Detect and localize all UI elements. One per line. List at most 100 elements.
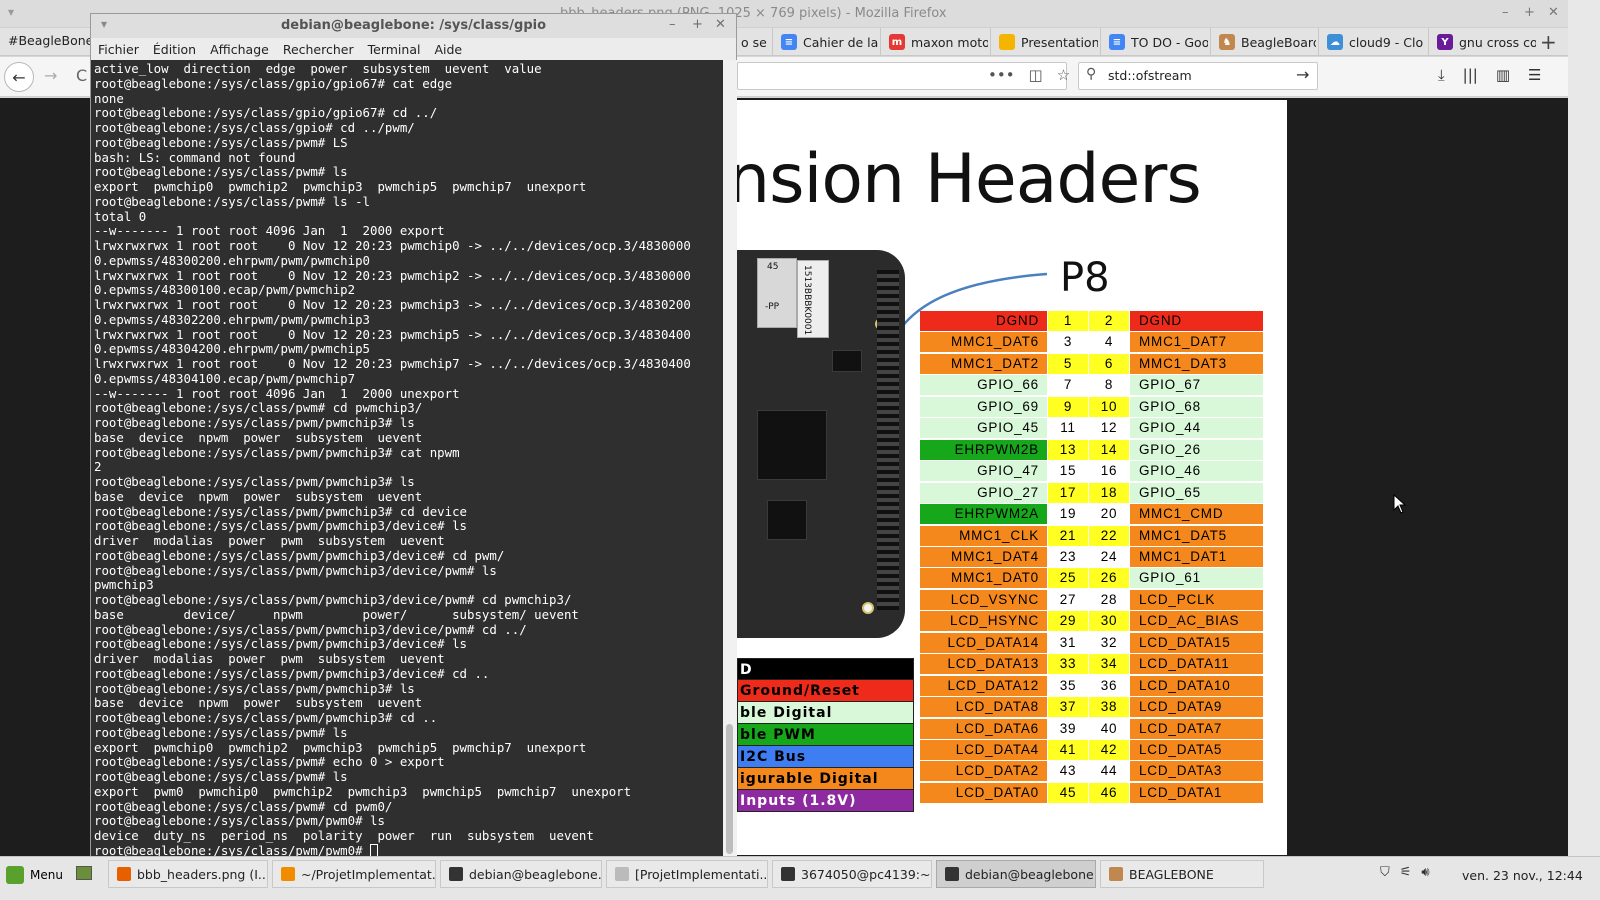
terminal-line: root@beaglebone:/sys/class/pwm/pwmchip3#… [94,415,415,430]
tab-label: cloud9 - Clo [1349,34,1424,50]
pin-name-left: LCD_HSYNC [920,611,1047,632]
pin-row: EHRPWM2A 19 20 MMC1_CMD [920,504,1263,525]
pin-name-right: LCD_PCLK [1130,589,1263,610]
pocket-icon[interactable]: ◫ [1029,66,1043,84]
taskbar-item[interactable]: debian@beaglebone... [440,860,602,888]
browser-tab[interactable]: ≡ Cahier de la [772,28,878,56]
menu-affichage[interactable]: Affichage [210,42,269,57]
pin-number-right: 24 [1089,546,1129,567]
pin-row: LCD_HSYNC 29 30 LCD_AC_BIAS [920,611,1263,632]
terminal-line: root@beaglebone:/sys/class/pwm# LS [94,134,348,150]
maximize-icon[interactable]: + [1524,5,1535,20]
terminal-line: root@beaglebone:/sys/class/pwm/pwm0# ls [94,813,385,829]
system-tray: ⛉ ⚟ 🔊︎ [1380,865,1430,880]
pin-number-left: 3 [1048,332,1088,353]
terminal-line: root@beaglebone:/sys/class/pwm/pwmchip3/… [94,592,572,607]
taskbar-item[interactable]: debian@beaglebone... [936,860,1096,888]
browser-tab[interactable]: ≡ TO DO - Goo [1100,28,1208,56]
taskbar: Menu bbb_headers.png (I... ~/ProjetImplem… [0,856,1600,900]
terminal-title: debian@beaglebone: /sys/class/gpio [280,18,547,33]
pin-name-right: GPIO_68 [1130,396,1263,417]
pin-row: MMC1_DAT0 25 26 GPIO_61 [920,568,1263,589]
board-label: 1513BBBK0001 [802,265,812,336]
pin-number-right: 40 [1089,718,1129,739]
pin-row: LCD_DATA8 37 38 LCD_DATA9 [920,697,1263,718]
start-menu-button[interactable]: Menu [6,862,63,888]
taskbar-item-label: [ProjetImplementati... [635,866,768,882]
pin-name-left: LCD_DATA6 [920,718,1047,739]
shield-icon[interactable]: ⛉ [1380,865,1390,880]
terminal-prompt: root@beaglebone:/sys/class/pwm/pwm0# [94,842,371,856]
pin-number-right: 2 [1089,311,1129,331]
menu-terminal[interactable]: Terminal [368,42,421,57]
connector-label: P8 [1060,255,1110,301]
close-icon[interactable]: ✕ [715,17,726,32]
app-icon [117,867,131,881]
show-desktop-icon[interactable] [76,866,92,880]
volume-icon[interactable]: 🔊︎ [1421,865,1429,880]
menu-aide[interactable]: Aide [434,42,462,57]
terminal-line: 0.epwmss/48302200.ehrpwm/pwm/pwmchip3 [94,311,371,327]
menu-edition[interactable]: Édition [153,42,196,57]
search-go-icon[interactable]: → [1296,65,1309,84]
pin-row: MMC1_DAT2 5 6 MMC1_DAT3 [920,353,1263,375]
terminal-line: base device/ npwm power/ subsystem/ ueve… [94,606,579,622]
browser-tab[interactable]: ☁ cloud9 - Clo [1318,28,1426,56]
downloads-icon[interactable]: ⤓ [1438,66,1445,84]
terminal-line: active_low direction edge power subsyste… [94,61,542,76]
taskbar-item[interactable]: bbb_headers.png (I... [108,860,268,888]
pin-row: GPIO_47 15 16 GPIO_46 [920,461,1263,482]
minimize-icon[interactable]: – [1502,5,1509,20]
browser-tab[interactable]: Presentation [990,28,1098,56]
close-icon[interactable]: ✕ [1548,5,1559,20]
terminal-line: root@beaglebone:/sys/class/gpio/gpio67# … [94,75,453,91]
browser-tab[interactable]: Ygnu cross co [1428,28,1536,56]
scrollbar-thumb[interactable] [726,724,733,854]
forward-button[interactable]: → [44,66,57,85]
pin-number-left: 17 [1048,482,1088,503]
taskbar-item-label: 3674050@pc4139:~ [801,866,931,882]
pin-number-right: 16 [1089,461,1129,482]
pin-name-right: GPIO_46 [1130,461,1263,482]
terminal-scrollbar[interactable] [723,60,737,856]
taskbar-item[interactable]: [ProjetImplementati... [606,860,768,888]
minimize-icon[interactable]: – [669,17,676,32]
reload-button[interactable]: C [76,66,87,85]
pin-name-right: GPIO_61 [1130,568,1263,589]
terminal-line: root@beaglebone:/sys/class/pwm/pwmchip3/… [94,562,497,578]
network-icon[interactable]: ⚟ [1400,865,1412,880]
url-actions: ••• ◫ ☆ [988,66,1070,84]
browser-tab[interactable]: m maxon moto [880,28,988,56]
window-menu-icon[interactable]: ▾ [8,5,14,19]
hamburger-menu-icon[interactable]: ☰ [1528,66,1541,84]
sidebar-icon[interactable]: ▥ [1496,66,1510,84]
menu-rechercher[interactable]: Rechercher [283,42,354,57]
pin-name-right: LCD_DATA11 [1130,654,1263,675]
menu-fichier[interactable]: Fichier [98,42,139,57]
pin-number-left: 43 [1048,761,1088,782]
pin-number-left: 37 [1048,697,1088,718]
pin-number-left: 29 [1048,611,1088,632]
taskbar-item[interactable]: BEAGLEBONE [1100,860,1264,888]
start-menu-label: Menu [30,868,63,882]
pin-name-left: MMC1_CLK [920,525,1047,546]
back-button[interactable]: ← [4,62,34,92]
page-actions-icon[interactable]: ••• [988,66,1015,84]
taskbar-item[interactable]: 3674050@pc4139:~ [772,860,932,888]
pin-name-left: MMC1_DAT0 [920,568,1047,589]
new-tab-button[interactable]: + [1540,30,1557,54]
bookmark-star-icon[interactable]: ☆ [1057,66,1070,84]
pin-name-left: LCD_DATA12 [920,675,1047,696]
taskbar-item-label: debian@beaglebone... [469,866,602,882]
terminal-line: root@beaglebone:/sys/class/pwm# ls [94,724,348,740]
clock[interactable]: ven. 23 nov., 12:44 [1462,868,1583,883]
pin-row: LCD_DATA0 45 46 LCD_DATA1 [920,782,1263,804]
search-input[interactable]: std::ofstream [1108,68,1192,83]
maximize-icon[interactable]: + [692,17,703,32]
taskbar-item[interactable]: ~/ProjetImplementat... [272,860,436,888]
browser-tab[interactable]: ♞ BeagleBoard [1210,28,1316,56]
terminal-prompt-line[interactable]: root@beaglebone:/sys/class/pwm/pwm0# [94,842,723,856]
terminal-output[interactable]: active_low direction edge power subsyste… [91,60,723,856]
library-icon[interactable]: ||| [1463,66,1478,84]
terminal-line: base device npwm power subsystem uevent [94,488,423,504]
